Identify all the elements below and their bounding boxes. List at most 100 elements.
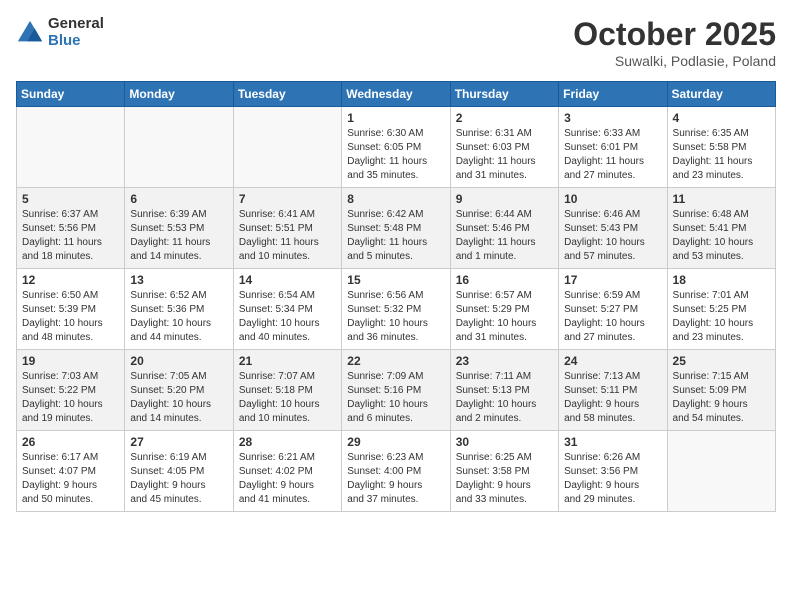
day-info: Sunrise: 6:59 AM Sunset: 5:27 PM Dayligh… [564,289,661,345]
day-number: 21 [239,354,336,368]
day-number: 31 [564,435,661,449]
page-header: General Blue October 2025 Suwalki, Podla… [16,16,776,69]
calendar-day-cell: 11 Sunrise: 6:48 AM Sunset: 5:41 PM Dayli… [667,188,775,269]
day-info: Sunrise: 6:25 AM Sunset: 3:58 PM Dayligh… [456,451,553,507]
calendar-day-cell: 20Sunrise: 7:05 AM Sunset: 5:20 PM Dayli… [125,350,233,431]
day-info: Sunrise: 6:23 AM Sunset: 4:00 PM Dayligh… [347,451,444,507]
day-number: 10 [564,192,661,206]
logo-text: General Blue [48,16,104,49]
day-info: Sunrise: 6:54 AM Sunset: 5:34 PM Dayligh… [239,289,336,345]
calendar-day-cell: 22Sunrise: 7:09 AM Sunset: 5:16 PM Dayli… [342,350,450,431]
day-number: 8 [347,192,444,206]
day-number: 11 [673,192,770,206]
calendar-day-cell: 8 Sunrise: 6:42 AM Sunset: 5:48 PM Daylig… [342,188,450,269]
calendar-day-cell: 30 Sunrise: 6:25 AM Sunset: 3:58 PM Dayli… [450,431,558,512]
calendar-table: SundayMondayTuesdayWednesdayThursdayFrid… [16,81,776,512]
calendar-day-cell: 15Sunrise: 6:56 AM Sunset: 5:32 PM Dayli… [342,269,450,350]
logo: General Blue [16,16,104,49]
calendar-day-cell: 13 Sunrise: 6:52 AM Sunset: 5:36 PM Dayli… [125,269,233,350]
weekday-header: Tuesday [233,82,341,107]
calendar-day-cell: 19Sunrise: 7:03 AM Sunset: 5:22 PM Dayli… [17,350,125,431]
day-number: 16 [456,273,553,287]
day-info: Sunrise: 7:15 AM Sunset: 5:09 PM Dayligh… [673,370,770,426]
weekday-header: Monday [125,82,233,107]
calendar-day-cell: 1Sunrise: 6:30 AM Sunset: 6:05 PM Daylig… [342,107,450,188]
day-number: 28 [239,435,336,449]
day-info: Sunrise: 7:11 AM Sunset: 5:13 PM Dayligh… [456,370,553,426]
day-info: Sunrise: 6:39 AM Sunset: 5:53 PM Dayligh… [130,208,227,264]
day-number: 1 [347,111,444,125]
day-number: 24 [564,354,661,368]
day-number: 27 [130,435,227,449]
calendar-day-cell: 7 Sunrise: 6:41 AM Sunset: 5:51 PM Daylig… [233,188,341,269]
logo-icon [16,19,44,47]
day-info: Sunrise: 6:17 AM Sunset: 4:07 PM Dayligh… [22,451,119,507]
calendar-day-cell: 10 Sunrise: 6:46 AM Sunset: 5:43 PM Dayli… [559,188,667,269]
calendar-day-cell: 16 Sunrise: 6:57 AM Sunset: 5:29 PM Dayli… [450,269,558,350]
day-number: 29 [347,435,444,449]
calendar-day-cell: 3 Sunrise: 6:33 AM Sunset: 6:01 PM Daylig… [559,107,667,188]
calendar-day-cell: 17Sunrise: 6:59 AM Sunset: 5:27 PM Dayli… [559,269,667,350]
calendar-week-row: 5 Sunrise: 6:37 AM Sunset: 5:56 PM Daylig… [17,188,776,269]
calendar-day-cell: 24 Sunrise: 7:13 AM Sunset: 5:11 PM Dayli… [559,350,667,431]
calendar-day-cell [233,107,341,188]
day-number: 19 [22,354,119,368]
day-info: Sunrise: 6:37 AM Sunset: 5:56 PM Dayligh… [22,208,119,264]
month-title: October 2025 [573,16,776,53]
logo-general: General [48,16,104,33]
day-number: 7 [239,192,336,206]
day-info: Sunrise: 6:42 AM Sunset: 5:48 PM Dayligh… [347,208,444,264]
calendar-day-cell: 14 Sunrise: 6:54 AM Sunset: 5:34 PM Dayli… [233,269,341,350]
weekday-header: Thursday [450,82,558,107]
day-number: 6 [130,192,227,206]
calendar-day-cell [125,107,233,188]
calendar-day-cell: 18Sunrise: 7:01 AM Sunset: 5:25 PM Dayli… [667,269,775,350]
day-number: 9 [456,192,553,206]
day-info: Sunrise: 6:56 AM Sunset: 5:32 PM Dayligh… [347,289,444,345]
weekday-header: Sunday [17,82,125,107]
calendar-week-row: 1Sunrise: 6:30 AM Sunset: 6:05 PM Daylig… [17,107,776,188]
day-number: 3 [564,111,661,125]
calendar-day-cell: 29 Sunrise: 6:23 AM Sunset: 4:00 PM Dayli… [342,431,450,512]
day-info: Sunrise: 6:44 AM Sunset: 5:46 PM Dayligh… [456,208,553,264]
day-info: Sunrise: 6:19 AM Sunset: 4:05 PM Dayligh… [130,451,227,507]
day-number: 26 [22,435,119,449]
calendar-day-cell: 31 Sunrise: 6:26 AM Sunset: 3:56 PM Dayli… [559,431,667,512]
day-number: 30 [456,435,553,449]
weekday-header: Friday [559,82,667,107]
title-area: October 2025 Suwalki, Podlasie, Poland [573,16,776,69]
calendar-day-cell: 12 Sunrise: 6:50 AM Sunset: 5:39 PM Dayli… [17,269,125,350]
calendar-day-cell: 23 Sunrise: 7:11 AM Sunset: 5:13 PM Dayli… [450,350,558,431]
day-info: Sunrise: 6:41 AM Sunset: 5:51 PM Dayligh… [239,208,336,264]
day-info: Sunrise: 6:31 AM Sunset: 6:03 PM Dayligh… [456,127,553,183]
calendar-day-cell: 27 Sunrise: 6:19 AM Sunset: 4:05 PM Dayli… [125,431,233,512]
weekday-header: Wednesday [342,82,450,107]
calendar-day-cell: 25 Sunrise: 7:15 AM Sunset: 5:09 PM Dayli… [667,350,775,431]
day-number: 20 [130,354,227,368]
day-number: 13 [130,273,227,287]
calendar-day-cell: 9 Sunrise: 6:44 AM Sunset: 5:46 PM Daylig… [450,188,558,269]
day-info: Sunrise: 7:13 AM Sunset: 5:11 PM Dayligh… [564,370,661,426]
calendar-day-cell: 2 Sunrise: 6:31 AM Sunset: 6:03 PM Daylig… [450,107,558,188]
day-number: 14 [239,273,336,287]
day-info: Sunrise: 6:46 AM Sunset: 5:43 PM Dayligh… [564,208,661,264]
day-info: Sunrise: 7:07 AM Sunset: 5:18 PM Dayligh… [239,370,336,426]
calendar-week-row: 19Sunrise: 7:03 AM Sunset: 5:22 PM Dayli… [17,350,776,431]
day-info: Sunrise: 6:26 AM Sunset: 3:56 PM Dayligh… [564,451,661,507]
day-number: 2 [456,111,553,125]
location-subtitle: Suwalki, Podlasie, Poland [573,53,776,69]
day-info: Sunrise: 6:48 AM Sunset: 5:41 PM Dayligh… [673,208,770,264]
calendar-day-cell: 21 Sunrise: 7:07 AM Sunset: 5:18 PM Dayli… [233,350,341,431]
day-info: Sunrise: 6:50 AM Sunset: 5:39 PM Dayligh… [22,289,119,345]
day-info: Sunrise: 6:33 AM Sunset: 6:01 PM Dayligh… [564,127,661,183]
day-info: Sunrise: 6:35 AM Sunset: 5:58 PM Dayligh… [673,127,770,183]
calendar-day-cell: 6 Sunrise: 6:39 AM Sunset: 5:53 PM Daylig… [125,188,233,269]
day-number: 5 [22,192,119,206]
day-info: Sunrise: 6:57 AM Sunset: 5:29 PM Dayligh… [456,289,553,345]
calendar-day-cell: 4Sunrise: 6:35 AM Sunset: 5:58 PM Daylig… [667,107,775,188]
day-number: 25 [673,354,770,368]
day-number: 12 [22,273,119,287]
day-number: 23 [456,354,553,368]
calendar-day-cell: 5 Sunrise: 6:37 AM Sunset: 5:56 PM Daylig… [17,188,125,269]
day-info: Sunrise: 6:52 AM Sunset: 5:36 PM Dayligh… [130,289,227,345]
